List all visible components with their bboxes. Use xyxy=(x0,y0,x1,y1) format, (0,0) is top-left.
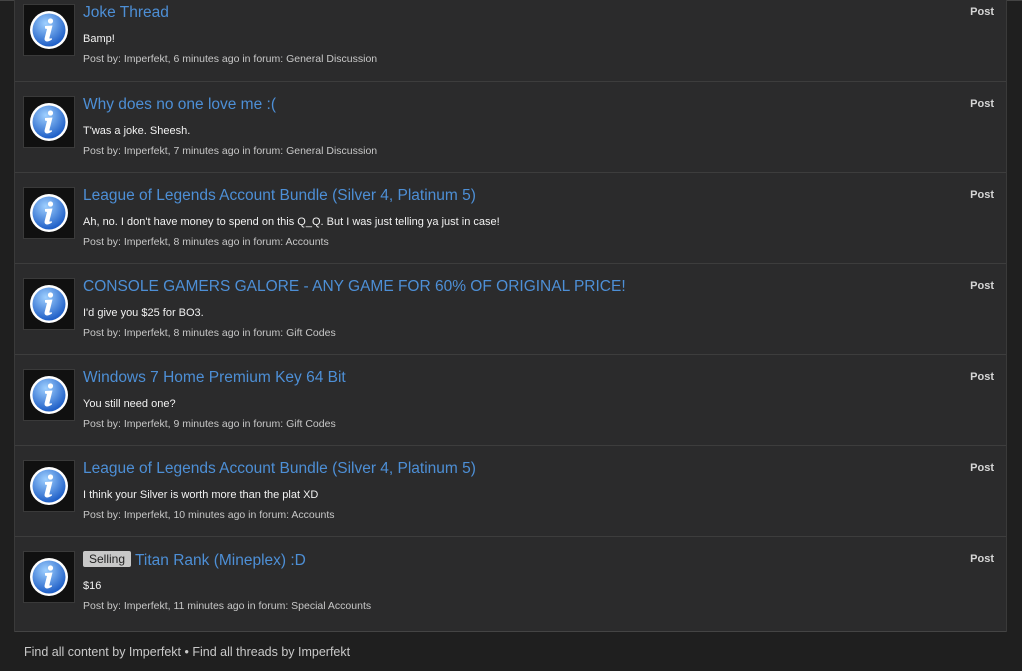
info-icon xyxy=(30,467,68,505)
list-item: League of Legends Account Bundle (Silver… xyxy=(15,173,1006,264)
post-meta: Post by: Imperfekt, 10 minutes ago in fo… xyxy=(83,509,335,521)
thread-title-link[interactable]: League of Legends Account Bundle (Silver… xyxy=(83,187,476,205)
thread-title-link[interactable]: Selling Titan Rank (Mineplex) :D xyxy=(83,551,306,570)
post-snippet: Ah, no. I don't have money to spend on t… xyxy=(83,216,500,228)
info-icon xyxy=(30,103,68,141)
post-snippet: Bamp! xyxy=(83,33,115,45)
prefix-badge[interactable]: Selling xyxy=(83,551,132,567)
content-type-label: Post xyxy=(970,462,994,474)
find-all-content-link[interactable]: Find all content by Imperfekt xyxy=(24,645,181,659)
thread-title-link[interactable]: Joke Thread xyxy=(83,4,169,22)
info-icon xyxy=(30,376,68,414)
thread-title-link[interactable]: League of Legends Account Bundle (Silver… xyxy=(83,460,476,478)
info-icon xyxy=(30,558,68,596)
content-type-label: Post xyxy=(970,553,994,565)
avatar[interactable] xyxy=(23,551,75,603)
list-item: League of Legends Account Bundle (Silver… xyxy=(15,446,1006,537)
thread-title-link[interactable]: Windows 7 Home Premium Key 64 Bit xyxy=(83,369,346,387)
footer-separator: • xyxy=(184,645,189,659)
thread-title-link[interactable]: Why does no one love me :( xyxy=(83,96,276,114)
post-meta: Post by: Imperfekt, 9 minutes ago in for… xyxy=(83,418,336,430)
info-icon xyxy=(30,194,68,232)
avatar[interactable] xyxy=(23,460,75,512)
search-results-list: Joke Thread Bamp! Post by: Imperfekt, 6 … xyxy=(14,0,1007,632)
post-snippet: You still need one? xyxy=(83,398,176,410)
thread-title-link[interactable]: CONSOLE GAMERS GALORE - ANY GAME FOR 60%… xyxy=(83,278,626,296)
post-snippet: T'was a joke. Sheesh. xyxy=(83,125,191,137)
content-type-label: Post xyxy=(970,371,994,383)
find-all-threads-link[interactable]: Find all threads by Imperfekt xyxy=(192,645,350,659)
post-meta: Post by: Imperfekt, 7 minutes ago in for… xyxy=(83,145,378,157)
post-meta: Post by: Imperfekt, 8 minutes ago in for… xyxy=(83,327,336,339)
avatar[interactable] xyxy=(23,187,75,239)
post-meta: Post by: Imperfekt, 8 minutes ago in for… xyxy=(83,236,329,248)
list-item: Why does no one love me :( T'was a joke.… xyxy=(15,82,1006,173)
post-snippet: I'd give you $25 for BO3. xyxy=(83,307,204,319)
post-snippet: $16 xyxy=(83,580,102,592)
list-item: CONSOLE GAMERS GALORE - ANY GAME FOR 60%… xyxy=(15,264,1006,355)
content-type-label: Post xyxy=(970,6,994,18)
content-type-label: Post xyxy=(970,98,994,110)
info-icon xyxy=(30,11,68,49)
content-type-label: Post xyxy=(970,189,994,201)
avatar[interactable] xyxy=(23,369,75,421)
footer-links: Find all content by Imperfekt • Find all… xyxy=(24,645,350,659)
post-meta: Post by: Imperfekt, 6 minutes ago in for… xyxy=(83,53,378,65)
list-item: Joke Thread Bamp! Post by: Imperfekt, 6 … xyxy=(15,0,1006,82)
post-meta: Post by: Imperfekt, 11 minutes ago in fo… xyxy=(83,600,372,612)
info-icon xyxy=(30,285,68,323)
list-item: Windows 7 Home Premium Key 64 Bit You st… xyxy=(15,355,1006,446)
avatar[interactable] xyxy=(23,4,75,56)
list-item: Selling Titan Rank (Mineplex) :D $16 Post… xyxy=(15,537,1006,632)
content-type-label: Post xyxy=(970,280,994,292)
avatar[interactable] xyxy=(23,278,75,330)
avatar[interactable] xyxy=(23,96,75,148)
post-snippet: I think your Silver is worth more than t… xyxy=(83,489,319,501)
